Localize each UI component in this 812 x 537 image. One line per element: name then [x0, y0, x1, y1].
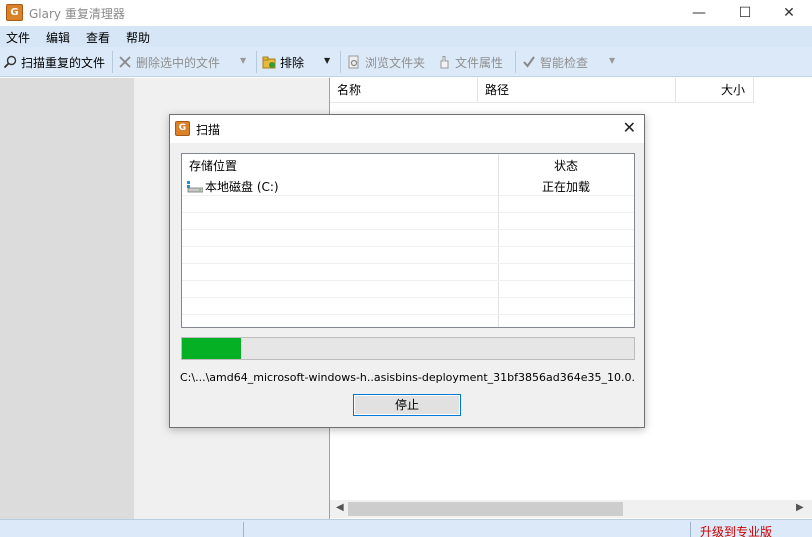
exclude-folder-icon: [262, 55, 276, 69]
dialog-title: 扫描: [196, 123, 221, 137]
location-cell: 本地磁盘 (C:): [205, 180, 279, 194]
menu-edit[interactable]: 编辑: [46, 29, 70, 46]
menu-view[interactable]: 查看: [86, 29, 110, 46]
chevron-down-icon[interactable]: ▼: [240, 56, 246, 65]
delete-selected-button[interactable]: 删除选中的文件: [118, 53, 220, 71]
scroll-left-icon[interactable]: ◀: [336, 502, 344, 513]
row-divider: [182, 246, 634, 247]
toolbar-separator: [515, 51, 516, 73]
scrollbar-thumb[interactable]: [348, 502, 623, 516]
row-divider: [182, 212, 634, 213]
column-header-status[interactable]: 状态: [498, 154, 634, 178]
checkmark-icon: [522, 55, 536, 69]
search-icon: [3, 55, 17, 69]
close-button[interactable]: ✕: [766, 0, 812, 26]
window-title: Glary 重复清理器: [29, 7, 125, 21]
dialog-title-bar: G 扫描 ✕: [170, 115, 644, 143]
toolbar-separator: [340, 51, 341, 73]
row-divider: [182, 314, 634, 315]
app-logo-icon: G: [175, 121, 190, 136]
browse-folder-label: 浏览文件夹: [365, 55, 426, 70]
stop-button[interactable]: 停止: [353, 394, 461, 416]
left-pane: [0, 78, 134, 519]
current-path: C:\...\amd64_microsoft-windows-h..asisbi…: [180, 371, 635, 384]
exclude-label: 排除: [280, 55, 305, 70]
minimize-button[interactable]: —: [676, 0, 722, 26]
status-cell: 正在加载: [541, 180, 590, 194]
maximize-button[interactable]: ☐: [722, 0, 768, 26]
horizontal-scrollbar[interactable]: ◀ ▶: [330, 500, 812, 518]
file-properties-button[interactable]: 文件属性: [437, 53, 503, 71]
row-divider: [182, 297, 634, 298]
progress-fill: [182, 338, 241, 359]
app-logo-icon: G: [6, 4, 23, 21]
exclude-button[interactable]: 排除: [262, 53, 304, 71]
properties-hand-icon: [437, 55, 451, 69]
scroll-right-icon[interactable]: ▶: [796, 502, 804, 513]
scan-duplicates-button[interactable]: 扫描重复的文件: [3, 53, 105, 71]
toolbar-separator: [256, 51, 257, 73]
toolbar-separator: [112, 51, 113, 73]
file-properties-label: 文件属性: [455, 55, 504, 70]
toolbar: 扫描重复的文件 删除选中的文件 ▼ 排除 ▼ 浏览文件夹 文件属性 智能检查 ▼: [0, 47, 812, 77]
column-header-location[interactable]: 存储位置: [189, 154, 237, 178]
close-icon[interactable]: ✕: [623, 118, 636, 137]
scan-duplicates-label: 扫描重复的文件: [21, 55, 106, 70]
delete-x-icon: [118, 55, 132, 69]
chevron-down-icon[interactable]: ▼: [324, 56, 330, 65]
upgrade-link[interactable]: 升级到专业版: [700, 523, 772, 537]
scan-progress-bar: [181, 337, 635, 360]
list-item[interactable]: 本地磁盘 (C:) 正在加载: [182, 179, 634, 196]
chevron-down-icon[interactable]: ▼: [609, 56, 615, 65]
column-header-name[interactable]: 名称: [330, 78, 478, 103]
menu-bar: 文件 编辑 查看 帮助: [0, 26, 812, 47]
browse-folder-button[interactable]: 浏览文件夹: [347, 53, 425, 71]
column-header-path[interactable]: 路径: [478, 78, 676, 103]
status-separator: [690, 522, 691, 537]
column-header-size[interactable]: 大小: [676, 78, 754, 103]
smart-check-button[interactable]: 智能检查: [522, 53, 588, 71]
status-bar: 升级到专业版: [0, 519, 812, 537]
delete-selected-label: 删除选中的文件: [136, 55, 221, 70]
row-divider: [182, 229, 634, 230]
scan-dialog: G 扫描 ✕ 存储位置 状态 本地磁盘 (C:) 正在加载 C:\...\amd…: [169, 114, 645, 428]
status-separator: [243, 522, 244, 537]
row-divider: [182, 263, 634, 264]
browse-folder-icon: [347, 55, 361, 69]
title-bar: G Glary 重复清理器 — ☐ ✕: [0, 0, 812, 26]
menu-file[interactable]: 文件: [6, 29, 30, 46]
storage-list: 存储位置 状态 本地磁盘 (C:) 正在加载: [181, 153, 635, 328]
smart-check-label: 智能检查: [540, 55, 589, 70]
drive-icon: [187, 181, 204, 193]
row-divider: [182, 280, 634, 281]
menu-help[interactable]: 帮助: [126, 29, 150, 46]
